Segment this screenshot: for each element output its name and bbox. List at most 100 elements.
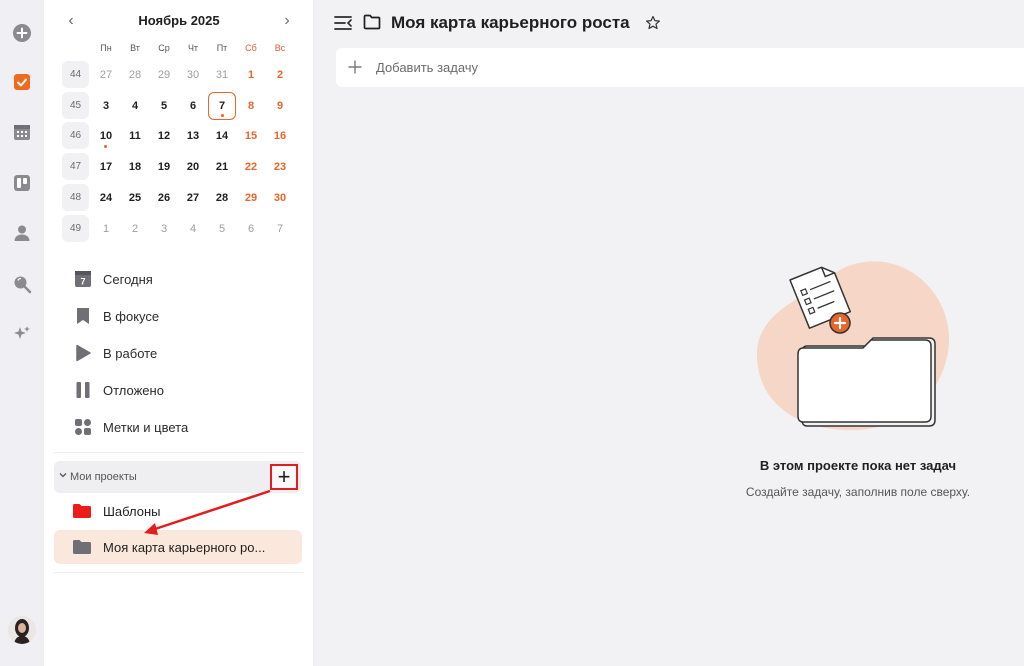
calendar-day-number: 30 bbox=[186, 69, 200, 81]
calendar-day-number: 8 bbox=[247, 100, 255, 112]
chevron-right-icon[interactable]: › bbox=[278, 12, 296, 30]
calendar-day[interactable]: 3 bbox=[150, 215, 178, 243]
add-project-button[interactable]: + bbox=[270, 464, 298, 490]
calendar-day[interactable]: 2 bbox=[121, 215, 149, 243]
week-number[interactable]: 44 bbox=[62, 61, 89, 88]
calendar-day[interactable]: 12 bbox=[150, 122, 178, 150]
tasks-check-icon[interactable] bbox=[11, 71, 33, 93]
calendar-day[interactable]: 4 bbox=[179, 215, 207, 243]
nav-item-in-progress[interactable]: В работе bbox=[54, 338, 304, 368]
calendar-day-number: 21 bbox=[215, 161, 229, 173]
calendar-day[interactable]: 8 bbox=[237, 92, 265, 120]
calendar-day[interactable]: 2 bbox=[266, 61, 294, 89]
project-item-career-map[interactable]: Моя карта карьерного ро... bbox=[54, 530, 302, 564]
topbar: Моя карта карьерного роста bbox=[315, 0, 1024, 44]
calendar-day-number: 12 bbox=[157, 130, 171, 142]
weekday-label: Пт bbox=[216, 43, 228, 53]
calendar-month-title[interactable]: Ноябрь 2025 bbox=[104, 13, 254, 28]
project-item-label: Моя карта карьерного ро... bbox=[103, 539, 266, 555]
weekday-label: Чт bbox=[187, 43, 199, 53]
page-title: Моя карта карьерного роста bbox=[391, 13, 630, 32]
calendar-day-number: 23 bbox=[273, 161, 287, 173]
sidebar: ‹ Ноябрь 2025 › Пн Вт Ср Чт Пт Сб Вс 44 27 28 29 30… bbox=[44, 0, 314, 666]
calendar-day[interactable]: 23 bbox=[266, 153, 294, 181]
calendar-day[interactable]: 31 bbox=[208, 61, 236, 89]
calendar-day-number: 2 bbox=[276, 69, 284, 81]
calendar-day[interactable]: 24 bbox=[92, 184, 120, 212]
week-number[interactable]: 47 bbox=[62, 153, 89, 180]
calendar-day[interactable]: 17 bbox=[92, 153, 120, 181]
nav-item-postponed[interactable]: Отложено bbox=[54, 375, 304, 405]
calendar-day[interactable]: 13 bbox=[179, 122, 207, 150]
nav-item-today[interactable]: 7 Сегодня bbox=[54, 264, 304, 294]
weekday-label: Ср bbox=[158, 43, 170, 53]
calendar-day[interactable]: 11 bbox=[121, 122, 149, 150]
calendar-day[interactable]: 30 bbox=[179, 61, 207, 89]
calendar-day[interactable]: 3 bbox=[92, 92, 120, 120]
calendar-day[interactable]: 18 bbox=[121, 153, 149, 181]
search-icon[interactable] bbox=[11, 273, 33, 295]
calendar-day[interactable]: 30 bbox=[266, 184, 294, 212]
calendar-day[interactable]: 21 bbox=[208, 153, 236, 181]
calendar-day[interactable]: 10 bbox=[92, 122, 120, 150]
add-task-placeholder: Добавить задачу bbox=[376, 60, 479, 75]
task-indicator-dot bbox=[104, 145, 107, 148]
nav-item-focus[interactable]: В фокусе bbox=[54, 301, 304, 331]
star-icon[interactable] bbox=[645, 15, 661, 31]
sidebar-toggle-icon[interactable] bbox=[334, 15, 352, 31]
calendar-day[interactable]: 5 bbox=[150, 92, 178, 120]
calendar-day[interactable]: 9 bbox=[266, 92, 294, 120]
calendar-day[interactable]: 19 bbox=[150, 153, 178, 181]
week-number[interactable]: 45 bbox=[62, 92, 89, 119]
calendar-day[interactable]: 7 bbox=[266, 215, 294, 243]
week-number[interactable]: 46 bbox=[62, 122, 89, 149]
calendar-day-number: 2 bbox=[131, 223, 139, 235]
calendar-day-number: 14 bbox=[215, 130, 229, 142]
weekday-label: Сб bbox=[245, 43, 257, 53]
calendar-day-number: 13 bbox=[186, 130, 200, 142]
calendar-day[interactable]: 29 bbox=[237, 184, 265, 212]
chevron-down-icon bbox=[58, 470, 68, 483]
calendar-day[interactable]: 1 bbox=[92, 215, 120, 243]
project-item-templates[interactable]: Шаблоны bbox=[54, 494, 302, 528]
calendar-day[interactable]: 15 bbox=[237, 122, 265, 150]
calendar-day[interactable]: 28 bbox=[208, 184, 236, 212]
calendar-day[interactable]: 29 bbox=[150, 61, 178, 89]
divider bbox=[54, 572, 304, 573]
calendar-day[interactable]: 6 bbox=[237, 215, 265, 243]
calendar-day[interactable]: 4 bbox=[121, 92, 149, 120]
projects-section-header[interactable]: Мои проекты bbox=[54, 461, 301, 493]
tags-grid-icon bbox=[74, 418, 92, 436]
weekday-label: Вс bbox=[274, 43, 286, 53]
calendar-day[interactable]: 25 bbox=[121, 184, 149, 212]
calendar-day[interactable]: 26 bbox=[150, 184, 178, 212]
add-task-input[interactable]: Добавить задачу bbox=[336, 48, 1024, 87]
week-number[interactable]: 49 bbox=[62, 215, 89, 242]
calendar-day-number: 6 bbox=[189, 100, 197, 112]
calendar-day[interactable]: 5 bbox=[208, 215, 236, 243]
calendar-day[interactable]: 22 bbox=[237, 153, 265, 181]
nav-item-tags[interactable]: Метки и цвета bbox=[54, 412, 304, 442]
week-number[interactable]: 48 bbox=[62, 184, 89, 211]
calendar-day[interactable]: 27 bbox=[179, 184, 207, 212]
calendar-day[interactable]: 7 bbox=[208, 92, 236, 120]
board-icon[interactable] bbox=[11, 172, 33, 194]
sparkles-icon[interactable] bbox=[11, 323, 33, 345]
calendar-day[interactable]: 16 bbox=[266, 122, 294, 150]
avatar[interactable] bbox=[8, 616, 36, 644]
calendar-day[interactable]: 6 bbox=[179, 92, 207, 120]
add-circle-icon[interactable] bbox=[11, 22, 33, 44]
calendar-day-number: 22 bbox=[244, 161, 258, 173]
calendar-day[interactable]: 27 bbox=[92, 61, 120, 89]
calendar-day[interactable]: 14 bbox=[208, 122, 236, 150]
calendar-day[interactable]: 28 bbox=[121, 61, 149, 89]
calendar-icon[interactable] bbox=[11, 121, 33, 143]
calendar-day[interactable]: 20 bbox=[179, 153, 207, 181]
bookmark-icon bbox=[74, 307, 92, 325]
user-icon[interactable] bbox=[11, 222, 33, 244]
empty-folder-illustration bbox=[755, 258, 951, 434]
calendar-day-number: 16 bbox=[273, 130, 287, 142]
chevron-left-icon[interactable]: ‹ bbox=[62, 12, 80, 30]
folder-gray-icon bbox=[72, 539, 92, 555]
calendar-day[interactable]: 1 bbox=[237, 61, 265, 89]
